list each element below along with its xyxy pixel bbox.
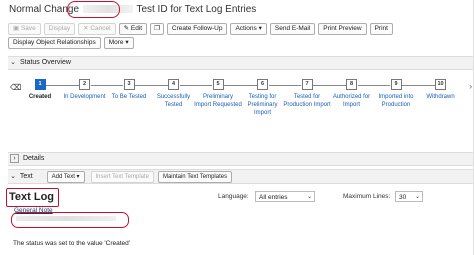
step-number: 4 [168, 79, 179, 90]
chevron-down-icon: ⌄ [414, 194, 420, 200]
status-step-testing-for-preliminary-import[interactable]: 6 Testing for Preliminary Import [239, 79, 287, 117]
text-section-header: ⌄ Text Add Text ▾ Insert Text Template M… [8, 169, 474, 184]
step-label: Preliminary Import Requested [194, 94, 242, 108]
maintain-text-templates-button[interactable]: Maintain Text Templates [157, 171, 233, 183]
chevron-right-icon: › [10, 154, 19, 163]
step-number: 2 [79, 79, 90, 90]
edit-button[interactable]: ✎ Edit [118, 23, 148, 35]
copy-button[interactable]: ❐ [150, 23, 164, 35]
step-number: 8 [346, 79, 357, 90]
highlight-circle-note [11, 212, 129, 228]
add-text-button[interactable]: Add Text ▾ [46, 171, 85, 183]
step-label: Testing for Preliminary Import [247, 94, 278, 116]
step-label: Authorized for Import [332, 94, 371, 108]
status-step-imported-into-production[interactable]: 9 Imported into Production [372, 79, 420, 109]
status-step-withdrawn[interactable]: 10 Withdrawn [417, 79, 465, 101]
save-icon: ▣ [13, 25, 21, 32]
status-message: The status was set to the value 'Created… [13, 240, 131, 247]
page-title: Normal Change Test ID for Text Log Entri… [9, 4, 257, 15]
details-header[interactable]: › Details [8, 152, 474, 166]
step-number: 1 [34, 79, 46, 90]
chevron-down-icon: ⌄ [306, 194, 312, 200]
display-object-relationships-button[interactable]: Display Object Relationships [8, 37, 101, 49]
step-number: 9 [390, 79, 402, 90]
chevron-down-icon[interactable]: ⌄ [8, 170, 18, 183]
status-step-preliminary-import-requested[interactable]: 5 Preliminary Import Requested [194, 79, 242, 109]
more-button[interactable]: More ▾ [103, 37, 134, 49]
max-lines-label: Maximum Lines: [343, 193, 391, 200]
save-button[interactable]: ▣ Save [8, 23, 41, 35]
step-label: Withdrawn [426, 94, 455, 100]
step-number: 7 [301, 79, 313, 90]
status-step-successfully-tested[interactable]: 4 Successfully Tested [150, 79, 198, 109]
toolbar-row-1: ▣ Save Display ✕ Cancel ✎ Edit ❐ Create Follo… [8, 23, 472, 35]
status-step-in-development[interactable]: 2 In Development [61, 79, 109, 101]
status-step-created[interactable]: 1 Created [16, 79, 64, 101]
dropdown-arrow-icon: ▾ [76, 174, 80, 180]
max-lines-select[interactable]: 30 ⌄ [395, 191, 423, 202]
step-number: 6 [257, 79, 268, 90]
step-number: 10 [435, 79, 446, 90]
dropdown-arrow-icon: ▾ [123, 39, 129, 46]
copy-icon: ❐ [154, 25, 160, 32]
insert-text-template-button[interactable]: Insert Text Template [90, 171, 154, 183]
send-e-mail-button[interactable]: Send E-Mail [269, 23, 316, 35]
step-number: 3 [123, 79, 135, 90]
status-step-tested-for-production-import[interactable]: 7 Tested for Production Import [283, 79, 331, 109]
step-label: In Development [63, 94, 106, 100]
print-button[interactable]: Print [369, 23, 393, 35]
highlight-box-text-log [6, 188, 59, 207]
status-steps: ⌫ 1 Created 2 In Development 3 To Be Tested 4 S… [8, 72, 474, 132]
actions-button[interactable]: Actions ▾ [230, 23, 267, 35]
language-label: Language: [218, 193, 249, 200]
toolbar: ▣ Save Display ✕ Cancel ✎ Edit ❐ Create Follo… [8, 23, 472, 51]
step-label: Imported into Production [378, 94, 414, 108]
dropdown-arrow-icon: ▾ [256, 25, 262, 32]
highlight-circle-title [67, 1, 120, 18]
language-select[interactable]: All entries ⌄ [255, 191, 315, 202]
step-label: Created [28, 94, 52, 100]
edit-icon: ✎ [123, 25, 131, 32]
step-number: 5 [212, 79, 224, 90]
chevron-down-icon: ⌄ [10, 59, 16, 66]
step-label: Successfully Tested [156, 94, 191, 108]
display-button[interactable]: Display [43, 23, 76, 35]
create-follow-up-button[interactable]: Create Follow-Up [166, 23, 228, 35]
step-label: To Be Tested [111, 94, 147, 100]
toolbar-row-2: Display Object Relationships More ▾ [8, 37, 472, 49]
status-step-to-be-tested[interactable]: 3 To Be Tested [105, 79, 153, 101]
cancel-button[interactable]: ✕ Cancel [78, 23, 116, 35]
scroll-right-icon[interactable]: › [469, 82, 472, 91]
print-preview-button[interactable]: Print Preview [318, 23, 367, 35]
step-label: Tested for Production Import [283, 94, 331, 108]
status-overview-header[interactable]: ⌄ Status Overview [8, 56, 474, 70]
status-step-authorized-for-import[interactable]: 8 Authorized for Import [328, 79, 376, 109]
